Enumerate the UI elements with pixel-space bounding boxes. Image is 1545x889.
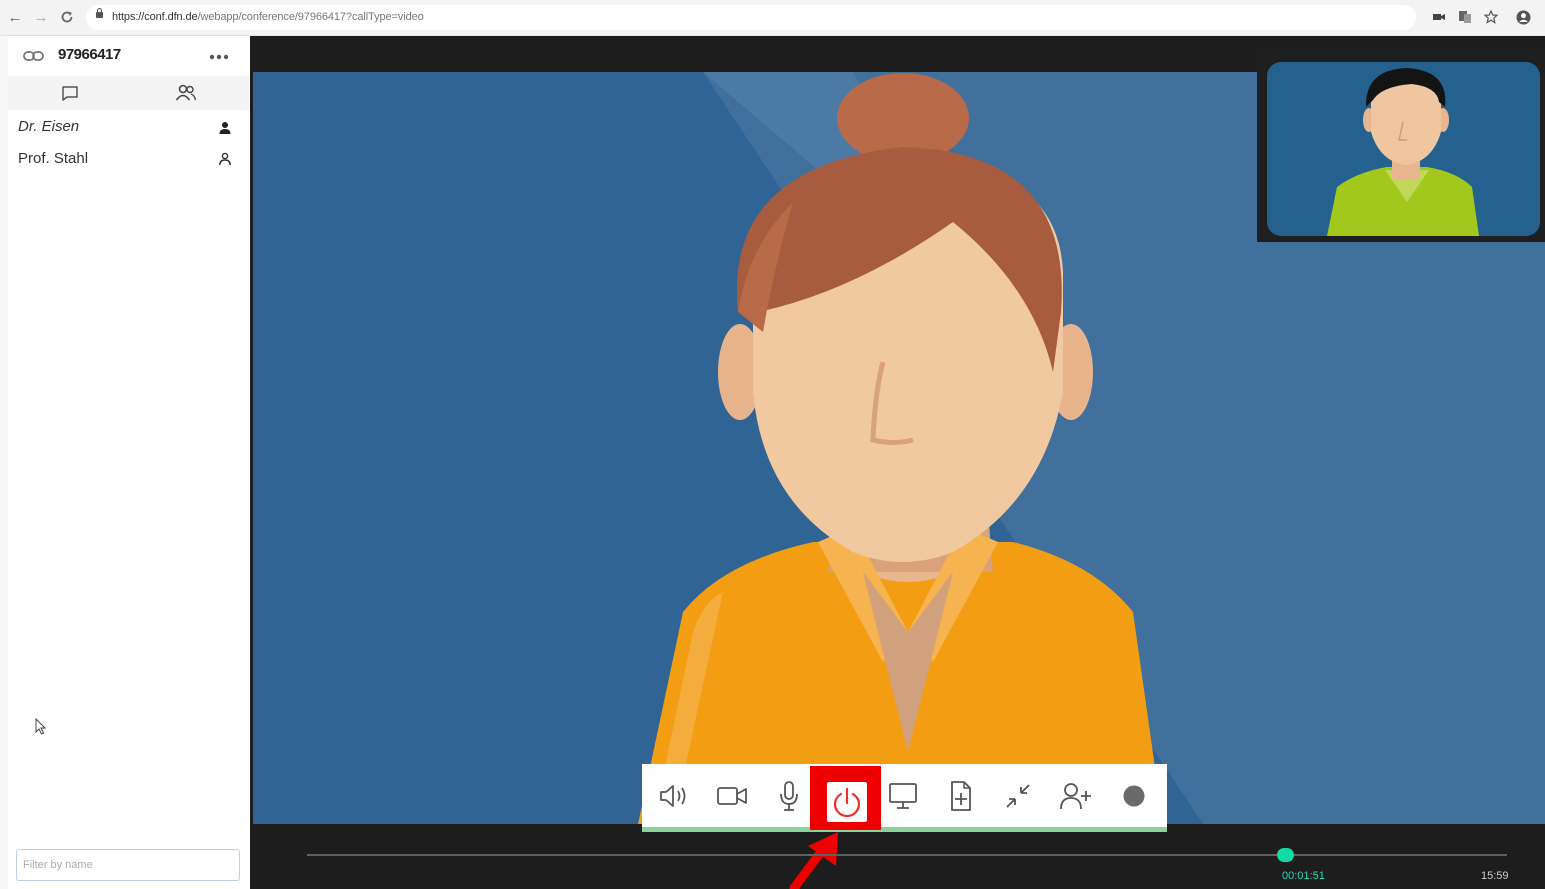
local-participant-video bbox=[1327, 68, 1479, 236]
user-outline-icon bbox=[218, 152, 232, 166]
self-view[interactable] bbox=[1257, 48, 1545, 242]
record-button[interactable] bbox=[1116, 778, 1152, 814]
back-icon[interactable]: ← bbox=[6, 8, 24, 26]
monitor-icon bbox=[889, 783, 917, 809]
hangup-button[interactable] bbox=[827, 782, 867, 822]
collapse-arrows-icon bbox=[1006, 784, 1030, 808]
tab-chat[interactable] bbox=[58, 82, 82, 104]
power-icon bbox=[833, 787, 861, 818]
clock-time: 15:59 bbox=[1481, 870, 1509, 882]
toolbar-status-bar bbox=[642, 827, 1167, 832]
speaker-button[interactable] bbox=[656, 778, 692, 814]
translate-icon[interactable] bbox=[1458, 10, 1472, 24]
self-video bbox=[1267, 62, 1540, 236]
meeting-id: 97966417 bbox=[58, 46, 121, 63]
annotation-arrow-icon bbox=[789, 832, 838, 889]
user-icon bbox=[218, 121, 232, 135]
elapsed-time: 00:01:51 bbox=[1282, 870, 1325, 882]
share-file-button[interactable] bbox=[943, 778, 979, 814]
share-screen-button[interactable] bbox=[885, 778, 921, 814]
browser-toolbar: ← → https://conf.dfn.de/webapp/conferenc… bbox=[0, 0, 1545, 36]
page-margin bbox=[0, 36, 8, 889]
address-bar[interactable]: https://conf.dfn.de/webapp/conference/97… bbox=[86, 5, 1416, 30]
camera-indicator-icon[interactable] bbox=[1432, 10, 1446, 24]
call-progress-track[interactable] bbox=[307, 854, 1507, 856]
sidebar: 97966417 Dr. Eisen Prof. Stahl Filter by… bbox=[8, 36, 249, 889]
call-controls bbox=[642, 764, 1167, 827]
lock-icon bbox=[96, 8, 103, 18]
profile-icon[interactable] bbox=[1516, 10, 1531, 25]
add-file-icon bbox=[951, 781, 971, 811]
participant-name: Dr. Eisen bbox=[18, 118, 80, 135]
record-icon bbox=[1123, 785, 1145, 807]
video-stage bbox=[250, 36, 1545, 889]
participant-name: Prof. Stahl bbox=[18, 150, 89, 167]
chat-icon bbox=[62, 85, 78, 101]
camera-button[interactable] bbox=[714, 778, 750, 814]
add-participant-button[interactable] bbox=[1058, 778, 1094, 814]
mouse-pointer-icon bbox=[35, 717, 47, 736]
tab-participants[interactable] bbox=[174, 82, 198, 104]
participants-icon bbox=[175, 84, 197, 101]
sidebar-tabs bbox=[8, 76, 249, 110]
video-camera-icon bbox=[717, 787, 747, 805]
forward-icon[interactable]: → bbox=[32, 8, 50, 26]
reload-icon[interactable] bbox=[58, 8, 76, 26]
bookmark-star-icon[interactable] bbox=[1483, 9, 1499, 24]
more-options-icon[interactable] bbox=[209, 49, 229, 67]
link-icon[interactable] bbox=[23, 49, 45, 67]
microphone-icon bbox=[780, 781, 798, 811]
minimize-button[interactable] bbox=[1000, 778, 1036, 814]
filter-input[interactable]: Filter by name bbox=[16, 849, 240, 881]
microphone-button[interactable] bbox=[771, 778, 807, 814]
add-user-icon bbox=[1060, 783, 1091, 810]
speaker-icon bbox=[660, 785, 686, 807]
url-text: https://conf.dfn.de/webapp/conference/97… bbox=[112, 11, 424, 23]
call-progress-thumb[interactable] bbox=[1277, 848, 1294, 862]
